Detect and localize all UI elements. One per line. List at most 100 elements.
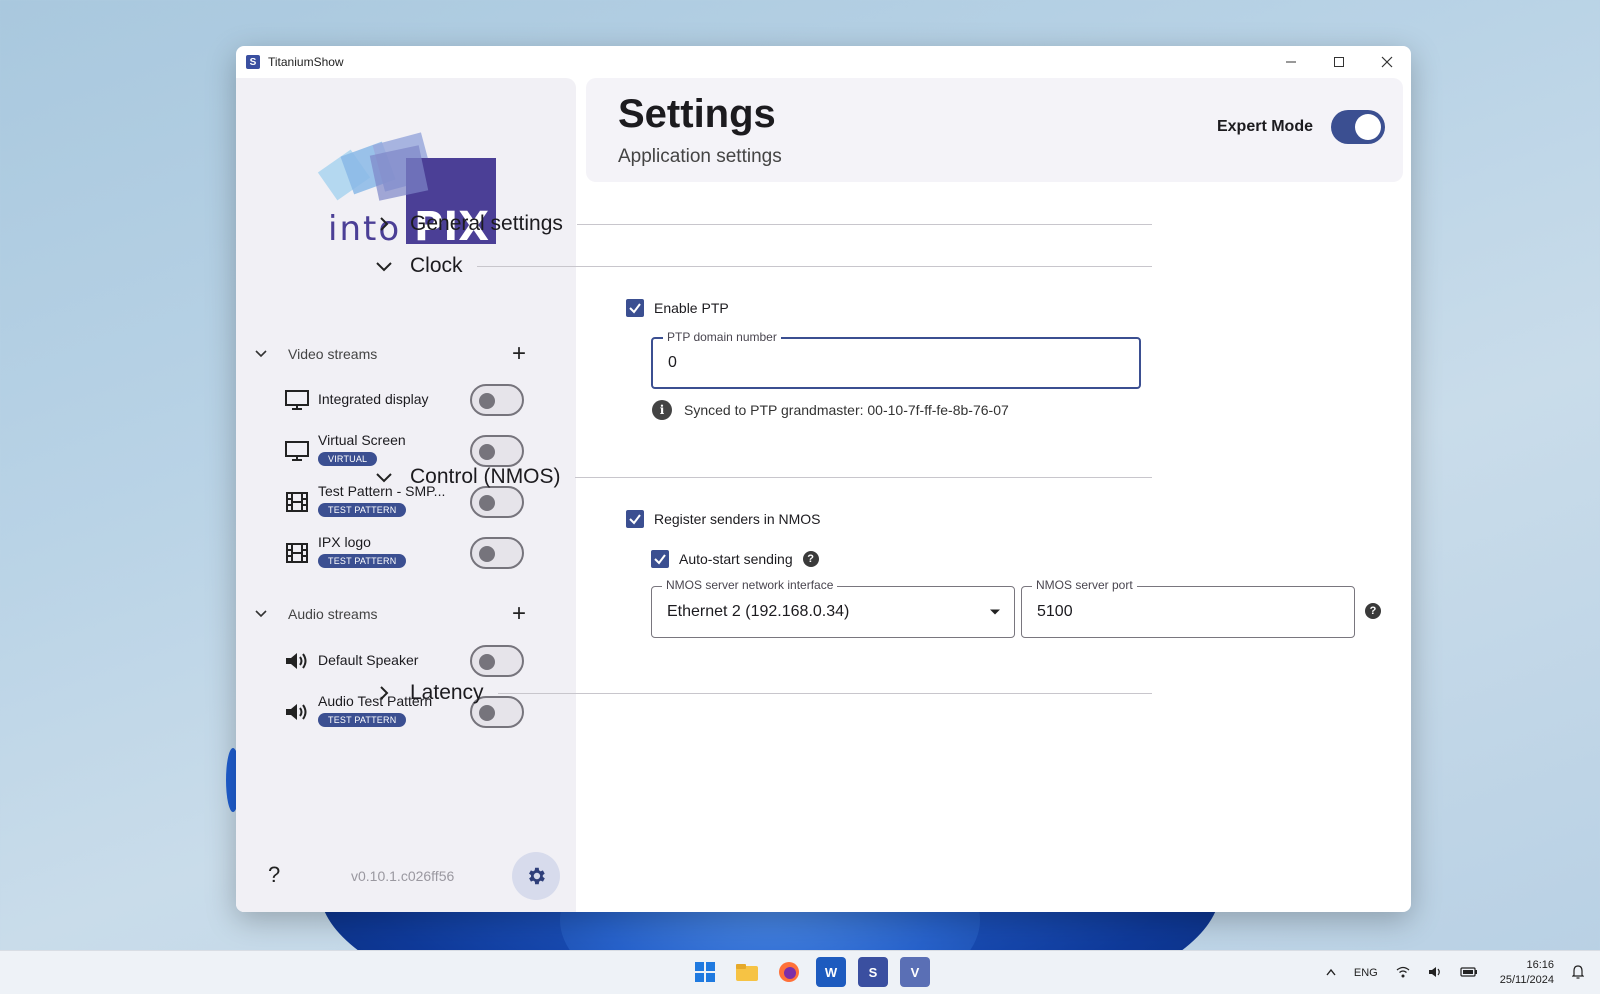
divider <box>576 223 1152 225</box>
nmos-port-label: NMOS server port <box>1032 578 1137 592</box>
app-icon: S <box>246 55 260 69</box>
settings-button[interactable] <box>512 852 560 900</box>
group-latency[interactable]: Latency <box>372 675 1152 711</box>
stream-toggle[interactable] <box>470 645 524 677</box>
settings-header: Settings Application settings Expert Mod… <box>586 78 1403 182</box>
expert-mode-label: Expert Mode <box>1216 118 1313 135</box>
checkbox-checked[interactable] <box>651 550 669 568</box>
gear-icon <box>529 867 545 885</box>
group-title: Clock <box>410 254 463 277</box>
stream-toggle[interactable] <box>470 537 524 569</box>
divider <box>476 265 1152 267</box>
ptp-domain-field[interactable]: PTP domain number 0 <box>651 330 1141 389</box>
ptp-sync-text: Synced to PTP grandmaster: 00-10-7f-ff-f… <box>684 402 1009 418</box>
monitor-icon <box>285 441 309 461</box>
info-icon: i <box>652 400 672 420</box>
windows-start-icon[interactable] <box>690 957 720 987</box>
ptp-domain-label: PTP domain number <box>663 330 781 344</box>
speaker-icon <box>286 653 307 669</box>
group-title: General settings <box>410 212 563 235</box>
window-title: TitaniumShow <box>268 55 344 69</box>
version-label: v0.10.1.c026ff56 <box>351 868 455 884</box>
clock-time: 16:16 <box>1526 959 1554 971</box>
clock-date: 25/11/2024 <box>1499 974 1554 986</box>
register-nmos-label: Register senders in NMOS <box>654 511 821 527</box>
close-icon <box>1381 56 1393 68</box>
stream-name: Default Speaker <box>318 652 419 668</box>
video-streams-label: Video streams <box>288 346 378 362</box>
chevron-down-icon <box>254 606 276 622</box>
notification-bell-icon[interactable] <box>1571 964 1585 982</box>
sidebar: into PIX Video streams + Integrated disp… <box>236 78 576 912</box>
nmos-interface-label: NMOS server network interface <box>662 578 838 592</box>
stream-badge: TEST PATTERN <box>318 554 407 568</box>
add-audio-stream-button[interactable]: + <box>512 602 526 626</box>
window-controls <box>1267 46 1411 78</box>
chevron-down-icon <box>372 471 396 483</box>
chevron-down-icon <box>254 346 276 362</box>
nmos-interface-value: Ethernet 2 (192.168.0.34) <box>667 603 850 620</box>
file-explorer-icon[interactable] <box>732 957 762 987</box>
minimize-button[interactable] <box>1267 46 1315 78</box>
divider <box>497 692 1152 694</box>
autostart-checkbox[interactable]: Auto-start sending ? <box>651 550 819 568</box>
v-app-icon[interactable]: V <box>900 957 930 987</box>
enable-ptp-checkbox[interactable]: Enable PTP <box>626 299 729 317</box>
group-title: Latency <box>410 681 484 704</box>
group-title: Control (NMOS) <box>410 465 561 488</box>
system-tray: ENG 16:16 25/11/2024 <box>1308 951 1585 994</box>
audio-streams-label: Audio streams <box>288 606 378 622</box>
dropdown-arrow-icon <box>990 609 1000 615</box>
help-circle-icon[interactable]: ? <box>802 551 819 567</box>
film-icon <box>286 492 308 512</box>
help-button[interactable]: ? <box>268 862 280 888</box>
minimize-icon <box>1286 61 1296 63</box>
sidebar-footer: ? v0.10.1.c026ff56 <box>236 842 576 912</box>
group-control-nmos[interactable]: Control (NMOS) <box>372 459 1152 495</box>
stream-toggle[interactable] <box>470 384 524 416</box>
titaniumshow-taskbar-icon[interactable]: S <box>858 957 888 987</box>
chevron-down-icon <box>372 260 396 272</box>
help-circle-icon[interactable]: ? <box>1365 603 1381 619</box>
divider <box>574 476 1152 478</box>
nmos-port-field[interactable]: NMOS server port 5100 <box>1021 578 1355 638</box>
checkbox-checked[interactable] <box>626 510 644 528</box>
speaker-icon <box>286 704 307 720</box>
stream-ipx-logo[interactable]: IPX logo TEST PATTERN <box>284 530 534 576</box>
battery-icon[interactable] <box>1460 966 1478 981</box>
audio-streams-header[interactable]: Audio streams + <box>254 600 534 628</box>
ptp-domain-value[interactable]: 0 <box>668 354 677 372</box>
film-icon <box>286 543 308 563</box>
chevron-right-icon <box>372 216 396 232</box>
expert-mode-toggle[interactable] <box>1331 110 1385 144</box>
nmos-port-value[interactable]: 5100 <box>1037 603 1073 621</box>
wifi-icon[interactable] <box>1396 966 1410 981</box>
word-icon[interactable]: W <box>816 957 846 987</box>
taskbar-clock[interactable]: 16:16 25/11/2024 <box>1500 958 1554 988</box>
video-streams-header[interactable]: Video streams + <box>254 340 534 368</box>
monitor-icon <box>285 390 309 410</box>
page-title: Settings <box>618 92 776 136</box>
stream-integrated-display[interactable]: Integrated display <box>284 377 534 423</box>
language-indicator[interactable]: ENG <box>1354 967 1378 979</box>
stream-badge: TEST PATTERN <box>318 503 407 517</box>
chevron-right-icon <box>372 685 396 701</box>
taskbar: W S V ENG 16:16 25/11/2024 <box>0 950 1600 994</box>
maximize-button[interactable] <box>1315 46 1363 78</box>
title-bar[interactable]: S TitaniumShow <box>236 46 1411 78</box>
autostart-label: Auto-start sending <box>679 551 793 567</box>
group-clock[interactable]: Clock <box>372 248 1152 284</box>
register-nmos-checkbox[interactable]: Register senders in NMOS <box>626 510 821 528</box>
volume-icon[interactable] <box>1428 966 1442 981</box>
add-video-stream-button[interactable]: + <box>512 342 526 366</box>
firefox-icon[interactable] <box>774 957 804 987</box>
chevron-up-icon[interactable] <box>1326 967 1336 979</box>
checkbox-checked[interactable] <box>626 299 644 317</box>
enable-ptp-label: Enable PTP <box>654 300 729 316</box>
nmos-interface-select[interactable]: NMOS server network interface Ethernet 2… <box>651 578 1015 638</box>
page-subtitle: Application settings <box>618 146 782 167</box>
close-button[interactable] <box>1363 46 1411 78</box>
stream-name: Integrated display <box>318 391 429 407</box>
group-general-settings[interactable]: General settings <box>372 206 1152 242</box>
stream-badge: TEST PATTERN <box>318 713 407 727</box>
